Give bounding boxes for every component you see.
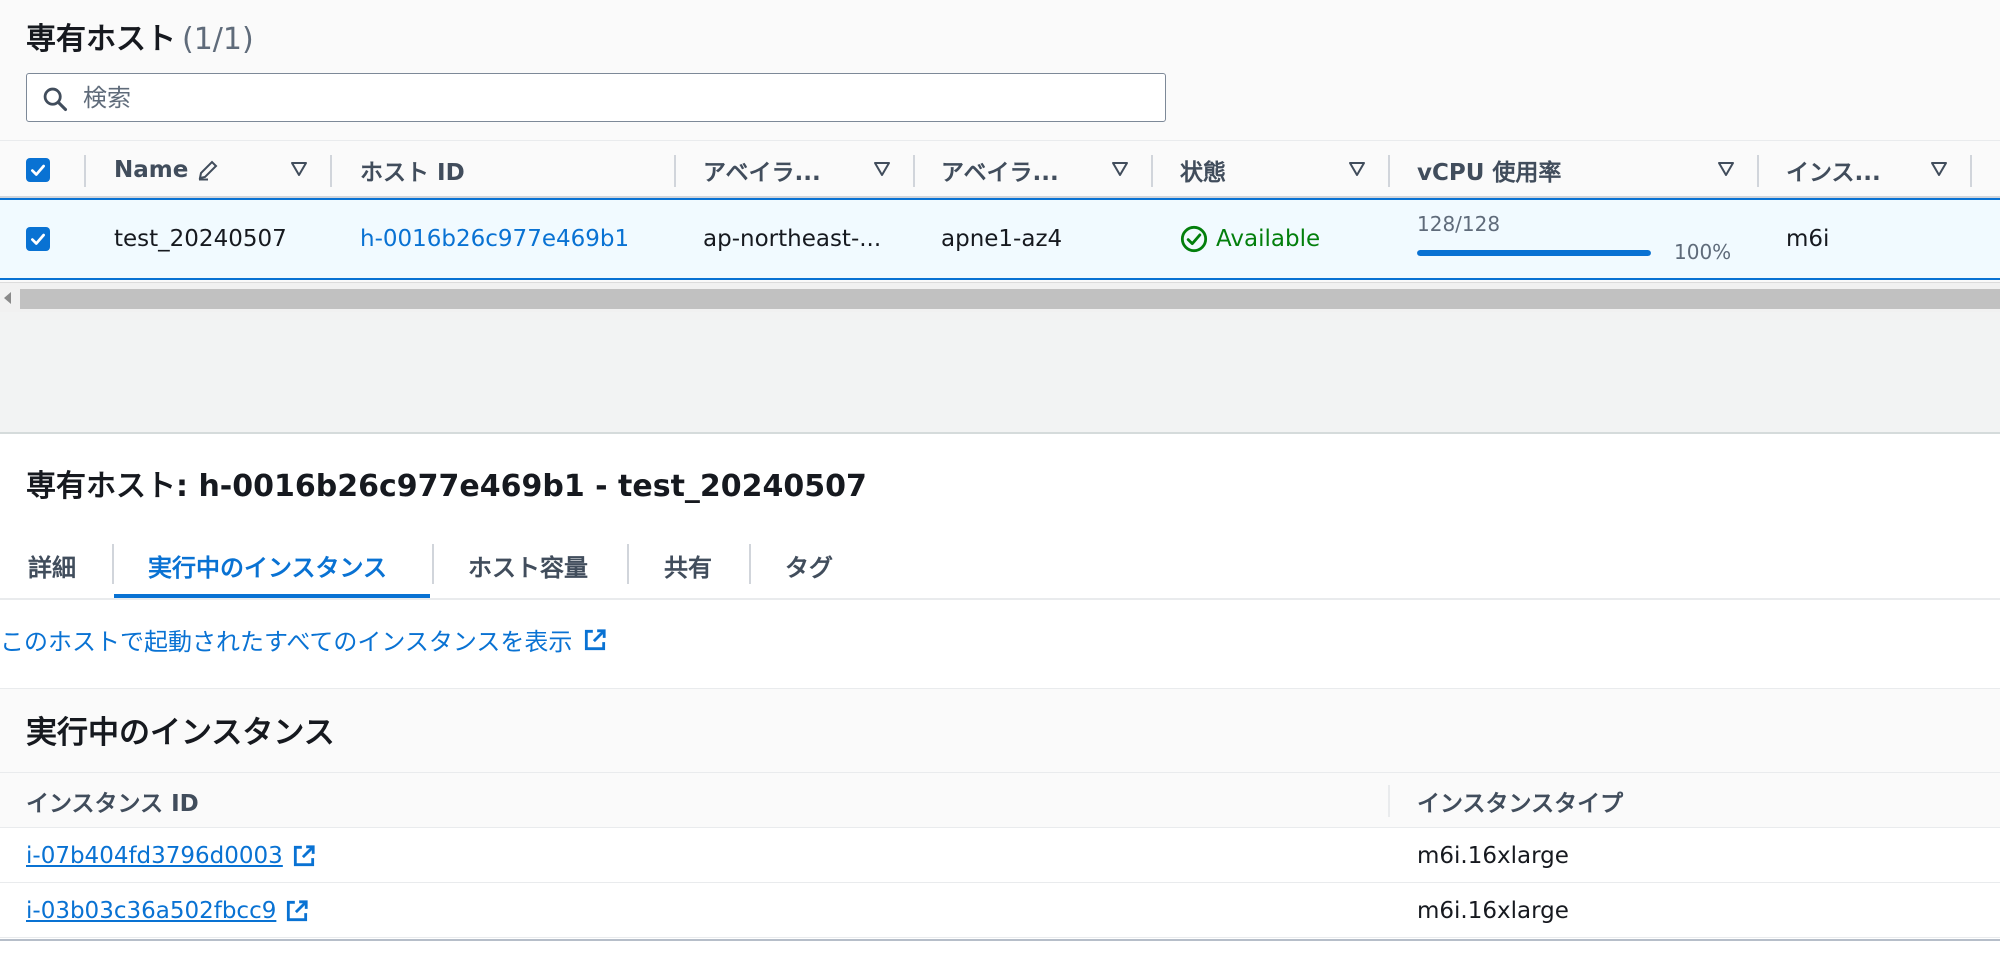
column-header-vcpu[interactable]: vCPU 使用率	[1417, 141, 1757, 199]
checkbox-checked-icon	[31, 164, 45, 176]
tab-separator	[112, 544, 114, 584]
table-bottom-border	[0, 939, 2000, 941]
table-header: Name ホスト ID アベイラ... アベイラ... 状態 vCPU 使用率 …	[0, 140, 2000, 198]
tab-host-capacity[interactable]: ホスト容量	[468, 532, 588, 598]
column-az2-label: アベイラ...	[941, 160, 1059, 186]
details-tabs: 詳細 実行中のインスタンス ホスト容量 共有 タグ	[0, 532, 2000, 600]
view-all-instances-text[interactable]: このホストで起動されたすべてのインスタンスを表示	[0, 622, 572, 657]
column-separator	[1388, 155, 1390, 187]
table-row: i-03b03c36a502fbcc9 m6i.16xlarge	[0, 883, 2000, 938]
tab-tags[interactable]: タグ	[785, 532, 833, 598]
status-text: Available	[1216, 226, 1321, 252]
external-link-icon[interactable]	[291, 843, 317, 869]
instance-id-cell: i-07b404fd3796d0003	[26, 828, 317, 883]
horizontal-scrollbar[interactable]	[0, 282, 2000, 312]
instances-table-header: インスタンス ID インスタンスタイプ	[0, 773, 2000, 828]
host-instance-family: m6i	[1786, 226, 1830, 252]
table-row: i-07b404fd3796d0003 m6i.16xlarge	[0, 828, 2000, 883]
column-header-instance-family[interactable]: インス...	[1786, 141, 1970, 199]
external-link-icon[interactable]	[284, 898, 310, 924]
column-separator	[1388, 785, 1390, 817]
table-row[interactable]: test_20240507 h-0016b26c977e469b1 ap-nor…	[0, 198, 2000, 280]
split-panel-divider	[0, 312, 2000, 434]
column-instance-label: インス...	[1786, 160, 1881, 186]
host-az-id: apne1-az4	[941, 226, 1063, 252]
column-separator	[1970, 155, 1972, 187]
column-separator	[674, 155, 676, 187]
search-box[interactable]	[26, 73, 1166, 122]
details-title: 専有ホスト: h-0016b26c977e469b1 - test_202405…	[26, 469, 867, 504]
column-instance-id: インスタンス ID	[26, 790, 199, 817]
hosts-title-text: 専有ホスト	[26, 22, 176, 57]
sort-caret-icon[interactable]	[1930, 161, 1948, 177]
sort-caret-icon[interactable]	[1717, 161, 1735, 177]
search-input[interactable]	[83, 80, 1143, 115]
column-instance-type: インスタンスタイプ	[1417, 790, 1624, 817]
column-name-label: Name	[114, 157, 189, 183]
vcpu-usage-text: 128/128	[1417, 212, 1501, 236]
column-host-id-label: ホスト ID	[360, 160, 465, 186]
sort-caret-icon[interactable]	[1348, 161, 1366, 177]
tab-sharing[interactable]: 共有	[664, 532, 712, 598]
host-state: Available	[1180, 200, 1320, 278]
instance-id-link[interactable]: i-07b404fd3796d0003	[26, 843, 283, 869]
host-name: test_20240507	[114, 226, 287, 252]
scroll-left-icon[interactable]	[4, 292, 11, 304]
host-region: ap-northeast-...	[703, 226, 882, 252]
vcpu-progress-fill	[1417, 250, 1651, 256]
column-state-label: 状態	[1180, 160, 1226, 186]
sort-caret-icon[interactable]	[873, 161, 891, 177]
hosts-count: (1/1)	[182, 22, 254, 57]
sort-caret-icon[interactable]	[1111, 161, 1129, 177]
vcpu-progress-bar	[1417, 250, 1651, 256]
sort-caret-icon[interactable]	[290, 161, 308, 177]
tab-separator	[432, 544, 434, 584]
hosts-panel: 専有ホスト(1/1) Name ホスト ID	[0, 0, 2000, 312]
tab-running-instances[interactable]: 実行中のインスタンス	[148, 532, 387, 598]
active-tab-indicator	[114, 594, 430, 598]
external-link-icon	[585, 628, 607, 650]
checkbox-checked-icon	[31, 233, 45, 245]
page-title: 専有ホスト (1/1)	[26, 14, 254, 58]
search-icon	[43, 87, 68, 112]
tab-details[interactable]: 詳細	[28, 532, 76, 598]
status-badge: Available	[1180, 225, 1320, 253]
vcpu-percent: 100%	[1674, 240, 1732, 264]
column-header-availability-zone[interactable]: アベイラ...	[703, 141, 913, 199]
column-separator	[1757, 155, 1759, 187]
running-instances-title: 実行中のインスタンス	[26, 715, 335, 751]
edit-pencil-icon[interactable]	[196, 158, 220, 182]
instance-type-cell: m6i.16xlarge	[1417, 842, 1569, 869]
column-header-host-id[interactable]: ホスト ID	[360, 141, 674, 199]
tab-separator	[749, 544, 751, 584]
column-header-state[interactable]: 状態	[1180, 141, 1388, 199]
running-instances-panel: 実行中のインスタンス インスタンス ID インスタンスタイプ i-07b404f…	[0, 688, 2000, 941]
instance-id-cell: i-03b03c36a502fbcc9	[26, 883, 310, 938]
scrollbar-thumb[interactable]	[20, 289, 2000, 309]
column-separator	[913, 155, 915, 187]
row-checkbox[interactable]	[26, 227, 50, 251]
select-all-checkbox[interactable]	[26, 158, 50, 182]
running-instances-header: 実行中のインスタンス	[0, 689, 2000, 773]
column-header-availability-zone-id[interactable]: アベイラ...	[941, 141, 1151, 199]
tab-separator	[627, 544, 629, 584]
column-separator	[1151, 155, 1153, 187]
status-available-icon	[1180, 225, 1208, 253]
column-az1-label: アベイラ...	[703, 160, 821, 186]
host-id-link[interactable]: h-0016b26c977e469b1	[360, 200, 629, 278]
instance-id-link[interactable]: i-03b03c36a502fbcc9	[26, 898, 276, 924]
column-separator	[84, 155, 86, 187]
column-vcpu-label: vCPU 使用率	[1417, 160, 1562, 186]
view-all-instances-link[interactable]: このホストで起動されたすべてのインスタンスを表示	[0, 622, 608, 657]
column-header-name[interactable]: Name	[114, 141, 330, 199]
column-separator	[330, 155, 332, 187]
instance-type-cell: m6i.16xlarge	[1417, 897, 1569, 924]
